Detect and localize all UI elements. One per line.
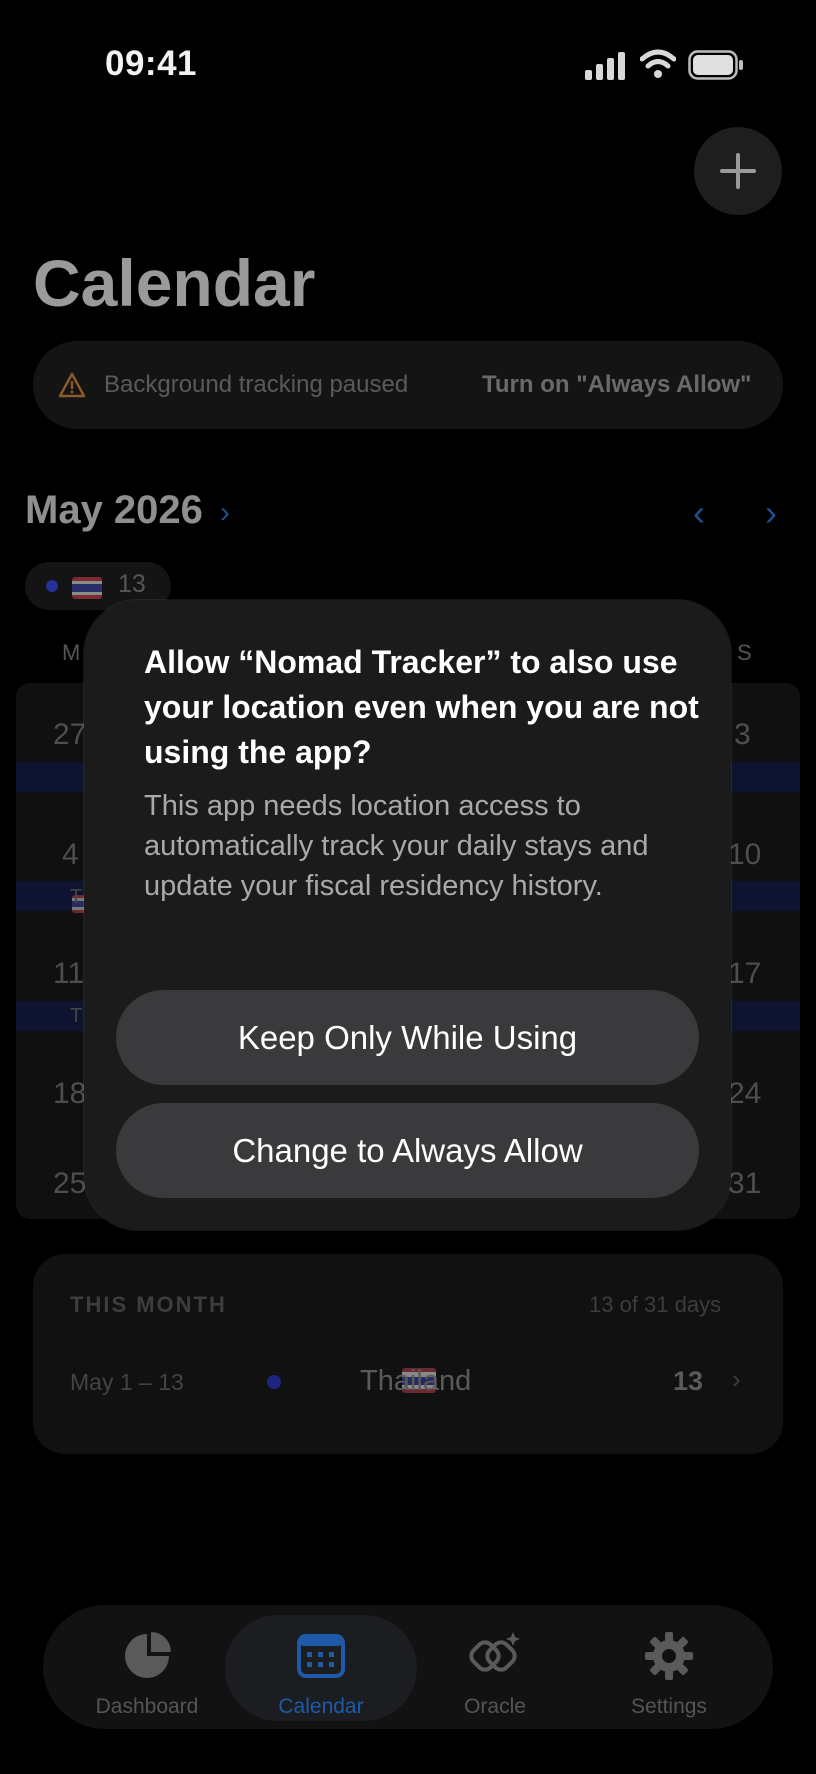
country-dot (267, 1375, 281, 1389)
day-cell[interactable]: 3 (734, 718, 751, 752)
previous-month-button[interactable]: ‹ (693, 492, 705, 534)
battery-icon (688, 50, 743, 80)
month-summary-card (33, 1254, 783, 1454)
month-label[interactable]: May 2026 (25, 488, 203, 533)
day-cell[interactable]: 17 (728, 957, 761, 991)
change-to-always-allow-button[interactable]: Change to Always Allow (116, 1103, 699, 1198)
tab-label: Dashboard (95, 1695, 199, 1718)
banner-action-link[interactable]: Turn on "Always Allow" (482, 371, 751, 399)
dialog-message: This app needs location access to automa… (144, 790, 649, 902)
status-time: 09:41 (105, 44, 198, 83)
calendar-icon (297, 1634, 345, 1678)
tab-label: Oracle (464, 1695, 526, 1718)
stay-label: T (70, 1005, 83, 1027)
summary-country[interactable]: Thailand (360, 1365, 471, 1398)
keep-only-while-using-button[interactable]: Keep Only While Using (116, 990, 699, 1085)
chip-count: 13 (118, 570, 146, 598)
tab-label: Settings (631, 1695, 707, 1718)
gear-icon (645, 1632, 693, 1680)
weekday-label: S (737, 640, 752, 665)
chevron-right-icon[interactable]: › (732, 1364, 741, 1395)
tab-oracle[interactable]: Oracle (410, 1630, 580, 1719)
stay-label: T (70, 886, 83, 908)
day-cell[interactable]: 4 (62, 838, 79, 872)
day-cell[interactable]: 24 (728, 1077, 761, 1111)
summary-date-range: May 1 – 13 (70, 1369, 184, 1395)
weekday-label: M (62, 640, 81, 665)
tab-settings[interactable]: Settings (584, 1630, 754, 1719)
next-month-button[interactable]: › (765, 492, 777, 534)
day-cell[interactable]: 11 (53, 957, 84, 991)
tab-dashboard[interactable]: Dashboard (62, 1630, 232, 1719)
country-dot (46, 580, 58, 592)
summary-title: THIS MONTH (70, 1292, 227, 1317)
warning-icon (58, 372, 86, 398)
summary-days: 13 of 31 days (589, 1292, 722, 1317)
thailand-flag-icon (72, 577, 102, 599)
day-cell[interactable]: 27 (53, 718, 86, 752)
page-title: Calendar (33, 246, 316, 320)
sparkle-link-icon (469, 1632, 520, 1672)
plus-icon (720, 153, 756, 189)
dialog-title: Allow “Nomad Tracker” to also use your l… (144, 644, 699, 770)
pie-chart-icon (125, 1632, 171, 1678)
tab-calendar[interactable]: Calendar (236, 1630, 406, 1719)
banner-message: Background tracking paused (104, 371, 409, 398)
summary-count: 13 (673, 1366, 704, 1396)
tab-label: Calendar (278, 1695, 364, 1718)
add-button[interactable] (694, 127, 782, 215)
day-cell[interactable]: 31 (728, 1167, 761, 1201)
chevron-right-icon: › (220, 496, 230, 529)
cellular-signal-icon (585, 52, 625, 80)
wifi-icon (640, 49, 676, 78)
day-cell[interactable]: 25 (53, 1167, 86, 1201)
day-cell[interactable]: 18 (53, 1077, 86, 1111)
day-cell[interactable]: 10 (728, 838, 761, 872)
